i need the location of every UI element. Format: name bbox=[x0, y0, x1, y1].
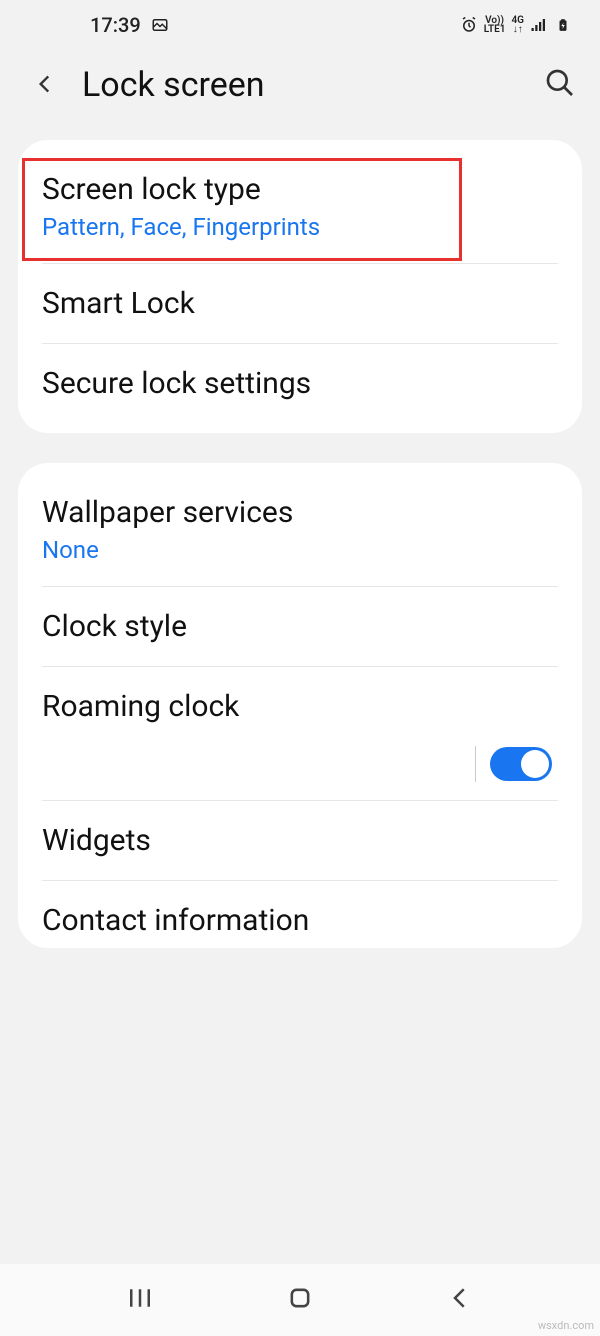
item-title: Screen lock type bbox=[42, 172, 558, 207]
alarm-icon bbox=[460, 16, 478, 34]
secure-lock-settings-item[interactable]: Secure lock settings bbox=[18, 344, 582, 423]
item-subtitle: Pattern, Face, Fingerprints bbox=[42, 213, 558, 241]
image-icon bbox=[151, 16, 169, 34]
status-bar: 17:39 Vo)) LTE1 4G ↓↑ bbox=[0, 0, 600, 50]
clock-style-item[interactable]: Clock style bbox=[18, 587, 582, 666]
contact-information-item[interactable]: Contact information bbox=[18, 881, 582, 938]
status-time: 17:39 bbox=[90, 13, 141, 37]
screen-lock-type-item[interactable]: Screen lock type Pattern, Face, Fingerpr… bbox=[18, 150, 582, 263]
item-title: Clock style bbox=[42, 609, 558, 644]
volte-indicator: Vo)) LTE1 bbox=[484, 16, 506, 34]
recents-button[interactable] bbox=[125, 1283, 155, 1317]
widgets-item[interactable]: Widgets bbox=[18, 801, 582, 880]
home-button[interactable] bbox=[286, 1284, 314, 1316]
roaming-clock-item[interactable]: Roaming clock bbox=[18, 667, 582, 732]
divider bbox=[475, 746, 476, 782]
app-header: Lock screen bbox=[0, 50, 600, 140]
roaming-clock-toggle[interactable] bbox=[490, 747, 552, 781]
item-title: Smart Lock bbox=[42, 286, 558, 321]
item-title: Roaming clock bbox=[42, 689, 558, 724]
network-indicator: 4G ↓↑ bbox=[511, 16, 524, 34]
search-button[interactable] bbox=[544, 67, 580, 103]
nav-back-button[interactable] bbox=[445, 1283, 475, 1317]
smart-lock-item[interactable]: Smart Lock bbox=[18, 264, 582, 343]
item-subtitle: None bbox=[42, 536, 558, 564]
item-title: Wallpaper services bbox=[42, 495, 558, 530]
watermark: wsxdn.com bbox=[538, 1319, 594, 1332]
item-title: Secure lock settings bbox=[42, 366, 558, 401]
settings-group-2: Wallpaper services None Clock style Roam… bbox=[18, 463, 582, 948]
settings-group-1: Screen lock type Pattern, Face, Fingerpr… bbox=[18, 140, 582, 433]
navigation-bar bbox=[0, 1264, 600, 1336]
back-button[interactable] bbox=[32, 64, 58, 106]
page-title: Lock screen bbox=[82, 65, 520, 105]
signal-icon bbox=[530, 16, 548, 34]
battery-icon bbox=[554, 16, 572, 34]
wallpaper-services-item[interactable]: Wallpaper services None bbox=[18, 473, 582, 586]
item-title: Widgets bbox=[42, 823, 558, 858]
item-title: Contact information bbox=[42, 903, 558, 938]
